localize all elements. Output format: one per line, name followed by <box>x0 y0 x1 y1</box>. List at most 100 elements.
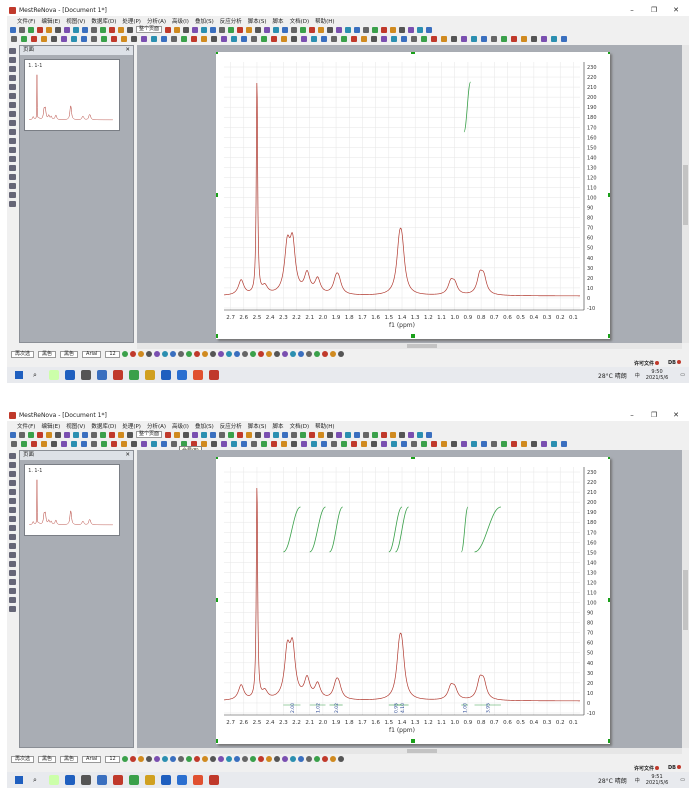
toolbar-tool-icon[interactable] <box>228 26 235 33</box>
processing-tool-icon[interactable] <box>371 35 377 42</box>
processing-tool-icon[interactable] <box>281 35 287 42</box>
menu-item[interactable]: 帮助(H) <box>315 422 334 430</box>
toolbar-tool-icon[interactable] <box>354 431 361 438</box>
side-tool-icon[interactable] <box>9 93 16 99</box>
toolbar-tool-icon[interactable] <box>327 431 334 438</box>
draw-tool-icon[interactable] <box>297 756 304 762</box>
processing-tool-icon[interactable] <box>551 440 557 447</box>
toolbar-tool-icon[interactable] <box>273 431 280 438</box>
processing-tool-icon[interactable] <box>331 440 337 447</box>
font-size-select[interactable]: 12 <box>105 755 120 763</box>
processing-tool-icon[interactable] <box>251 35 257 42</box>
resize-handle[interactable] <box>216 52 218 54</box>
resize-handle[interactable] <box>411 334 415 338</box>
taskbar-app-icon[interactable] <box>129 370 139 380</box>
processing-tool-icon[interactable] <box>121 440 127 447</box>
processing-tool-icon[interactable] <box>471 35 477 42</box>
processing-tool-icon[interactable] <box>321 35 327 42</box>
draw-tool-icon[interactable] <box>289 351 296 357</box>
draw-tool-icon[interactable] <box>169 756 176 762</box>
toolbar-tool-icon[interactable] <box>118 431 124 438</box>
toolbar-tool-icon[interactable] <box>282 26 289 33</box>
toolbar-tool-icon[interactable] <box>291 26 298 33</box>
notification-icon[interactable]: ▭ <box>680 372 685 378</box>
draw-tool-icon[interactable] <box>329 351 336 357</box>
toolbar-tool-icon[interactable] <box>318 26 325 33</box>
toolbar-tool-icon[interactable] <box>183 26 190 33</box>
toolbar-tool-icon[interactable] <box>10 431 16 438</box>
draw-tool-icon[interactable] <box>209 351 216 357</box>
draw-tool-icon[interactable] <box>337 756 344 762</box>
processing-tool-icon[interactable] <box>211 35 217 42</box>
toolbar-tool-icon[interactable] <box>118 26 124 33</box>
toolbar-tool-icon[interactable] <box>82 26 88 33</box>
processing-tool-icon[interactable] <box>71 440 77 447</box>
side-tool-icon[interactable] <box>9 498 16 504</box>
processing-tool-icon[interactable] <box>191 35 197 42</box>
processing-tool-icon[interactable] <box>131 35 137 42</box>
resize-handle[interactable] <box>411 457 415 459</box>
processing-tool-icon[interactable] <box>561 35 567 42</box>
processing-tool-icon[interactable] <box>481 35 487 42</box>
font-select[interactable]: Arial <box>82 755 102 763</box>
close-icon[interactable]: ✕ <box>125 46 130 55</box>
processing-tool-icon[interactable] <box>491 440 497 447</box>
toolbar-tool-icon[interactable] <box>100 431 106 438</box>
toolbar-tool-icon[interactable] <box>246 26 253 33</box>
toolbar-tool-icon[interactable] <box>174 26 181 33</box>
taskbar-app-icon[interactable] <box>145 775 155 785</box>
toolbar-tool-icon[interactable] <box>64 26 70 33</box>
processing-tool-icon[interactable] <box>111 440 117 447</box>
draw-tool-icon[interactable] <box>313 351 320 357</box>
taskbar-app-icon[interactable] <box>161 370 171 380</box>
draw-tool-icon[interactable] <box>209 756 216 762</box>
taskbar-app-icon[interactable] <box>97 370 107 380</box>
toolbar-tool-icon[interactable] <box>426 431 433 438</box>
toolbar-tool-icon[interactable] <box>408 26 415 33</box>
toolbar-tool-icon[interactable] <box>417 431 424 438</box>
toolbar-tool-icon[interactable] <box>372 26 379 33</box>
toolbar-tool-icon[interactable] <box>318 431 325 438</box>
windows-start-icon[interactable] <box>15 776 23 784</box>
resize-handle[interactable] <box>216 598 218 602</box>
toolbar-tool-icon[interactable] <box>345 26 352 33</box>
toolbar-tool-icon[interactable] <box>354 26 361 33</box>
draw-tool-icon[interactable] <box>281 756 288 762</box>
draw-tool-icon[interactable] <box>161 351 168 357</box>
processing-tool-icon[interactable] <box>121 35 127 42</box>
processing-tool-icon[interactable] <box>41 35 47 42</box>
processing-tool-icon[interactable] <box>341 35 347 42</box>
toolbar-tool-icon[interactable] <box>381 26 388 33</box>
toolbar-tool-icon[interactable] <box>228 431 235 438</box>
draw-tool-icon[interactable] <box>313 756 320 762</box>
toolbar-tool-icon[interactable] <box>82 431 88 438</box>
taskbar-app-icon[interactable] <box>145 370 155 380</box>
taskbar-app-icon[interactable] <box>177 370 187 380</box>
processing-tool-icon[interactable] <box>531 35 537 42</box>
draw-tool-icon[interactable] <box>265 756 272 762</box>
page-thumbnail[interactable]: 1. 1-1 <box>24 464 120 536</box>
side-tool-icon[interactable] <box>9 138 16 144</box>
toolbar-tool-icon[interactable] <box>336 26 343 33</box>
toolbar-tool-icon[interactable] <box>219 26 226 33</box>
draw-tool-icon[interactable] <box>257 351 264 357</box>
toolbar-tool-icon[interactable] <box>192 431 199 438</box>
nmr-spectrum-chart[interactable]: 2.7 2.6 2.5 2.4 2.3 2.2 2.1 2.0 1.9 1.8 1.7 1.6 1.5 1… <box>216 457 610 744</box>
processing-tool-icon[interactable] <box>251 440 257 447</box>
draw-tool-icon[interactable] <box>305 351 312 357</box>
processing-tool-icon[interactable] <box>21 35 27 42</box>
side-tool-icon[interactable] <box>9 516 16 522</box>
processing-tool-icon[interactable] <box>271 440 277 447</box>
draw-tool-icon[interactable] <box>241 351 248 357</box>
draw-tool-icon[interactable] <box>225 351 232 357</box>
processing-tool-icon[interactable] <box>441 440 447 447</box>
draw-tool-icon[interactable] <box>273 756 280 762</box>
toolbar-tool-icon[interactable] <box>273 26 280 33</box>
spectrum-workspace[interactable]: 2.7 2.6 2.5 2.4 2.3 2.2 2.1 2.0 1.9 1.8 1.7 1.6 1.5 1… <box>137 45 682 343</box>
processing-tool-icon[interactable] <box>281 440 287 447</box>
draw-tool-icon[interactable] <box>337 351 344 357</box>
side-tool-icon[interactable] <box>9 183 16 189</box>
close-button[interactable]: ✕ <box>665 5 687 16</box>
maximize-button[interactable]: ❐ <box>643 5 665 16</box>
taskbar-app-icon[interactable] <box>49 370 59 380</box>
